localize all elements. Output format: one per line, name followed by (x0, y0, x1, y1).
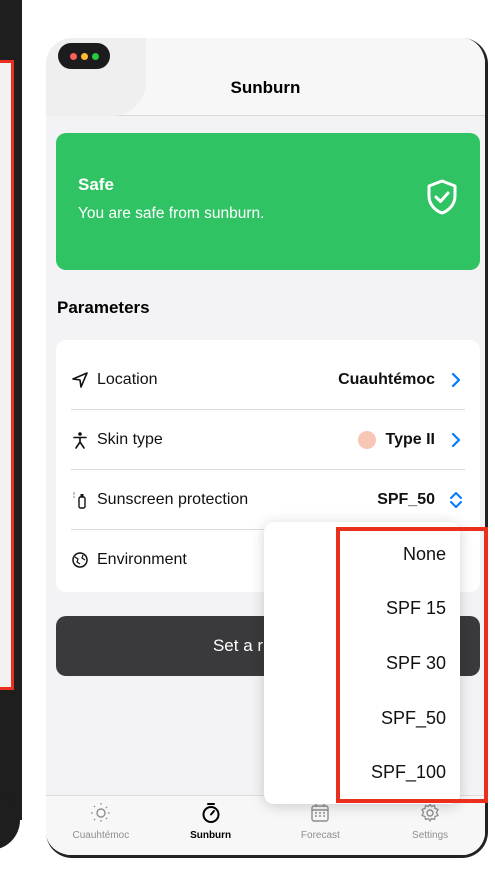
environment-label: Environment (97, 551, 187, 568)
stopwatch-icon (202, 803, 220, 823)
tab-label: Settings (412, 830, 449, 841)
screenshot-stage: Sunburn Safe You are safe from sunburn. … (0, 0, 495, 879)
chevron-right-icon (447, 372, 465, 388)
tab-settings[interactable]: Settings (375, 796, 485, 855)
globe-icon (71, 550, 97, 570)
tab-sunburn[interactable]: Sunburn (156, 796, 266, 855)
window-controls[interactable] (58, 43, 110, 69)
minimize-dot-icon[interactable] (80, 52, 88, 60)
chevron-right-icon (447, 432, 465, 448)
location-arrow-icon (71, 370, 97, 390)
annotation-highlight-box (336, 527, 488, 803)
gear-icon (421, 803, 439, 822)
status-subtitle: You are safe from sunburn. (78, 205, 265, 222)
previous-screen-sliver (0, 0, 22, 879)
skin-type-row[interactable]: Skin type Type II (71, 410, 465, 470)
tab-forecast[interactable]: Forecast (266, 796, 376, 855)
location-value: Cuauhtémoc (338, 370, 435, 388)
skin-tone-swatch (357, 430, 376, 449)
location-label: Location (97, 370, 158, 388)
tab-label: Forecast (300, 830, 340, 841)
sunscreen-icon (71, 490, 97, 510)
tab-label: Cuauhtémoc (72, 830, 130, 841)
person-icon (71, 430, 97, 450)
location-row[interactable]: Location Cuauhtémoc (71, 350, 465, 410)
set-reminder-label: Set a r (212, 636, 264, 655)
status-card: Safe You are safe from sunburn. (56, 133, 480, 270)
tab-cuauhtemoc[interactable]: Cuauhtémoc (46, 796, 156, 855)
tab-bar: Cuauhtémoc Sunburn Forecast Settings (46, 795, 485, 855)
sunscreen-label: Sunscreen protection (97, 490, 249, 508)
navigation-bar: Sunburn (46, 38, 485, 116)
zoom-dot-icon[interactable] (91, 52, 99, 60)
calendar-icon (311, 804, 330, 822)
tab-label: Sunburn (190, 830, 232, 841)
shield-check-icon (427, 179, 457, 215)
parameters-heading: Parameters (57, 298, 150, 317)
sunscreen-value: SPF_50 (377, 490, 435, 508)
close-dot-icon[interactable] (69, 52, 77, 60)
skin-type-label: Skin type (97, 430, 163, 448)
sun-icon (90, 803, 111, 823)
chevron-up-down-icon[interactable] (447, 491, 465, 509)
nav-title: Sunburn (230, 78, 301, 97)
skin-type-value: Type II (385, 430, 436, 448)
status-title: Safe (78, 175, 114, 194)
previous-highlight-box (0, 60, 14, 690)
sunscreen-row[interactable]: Sunscreen protection SPF_50 (71, 470, 465, 530)
